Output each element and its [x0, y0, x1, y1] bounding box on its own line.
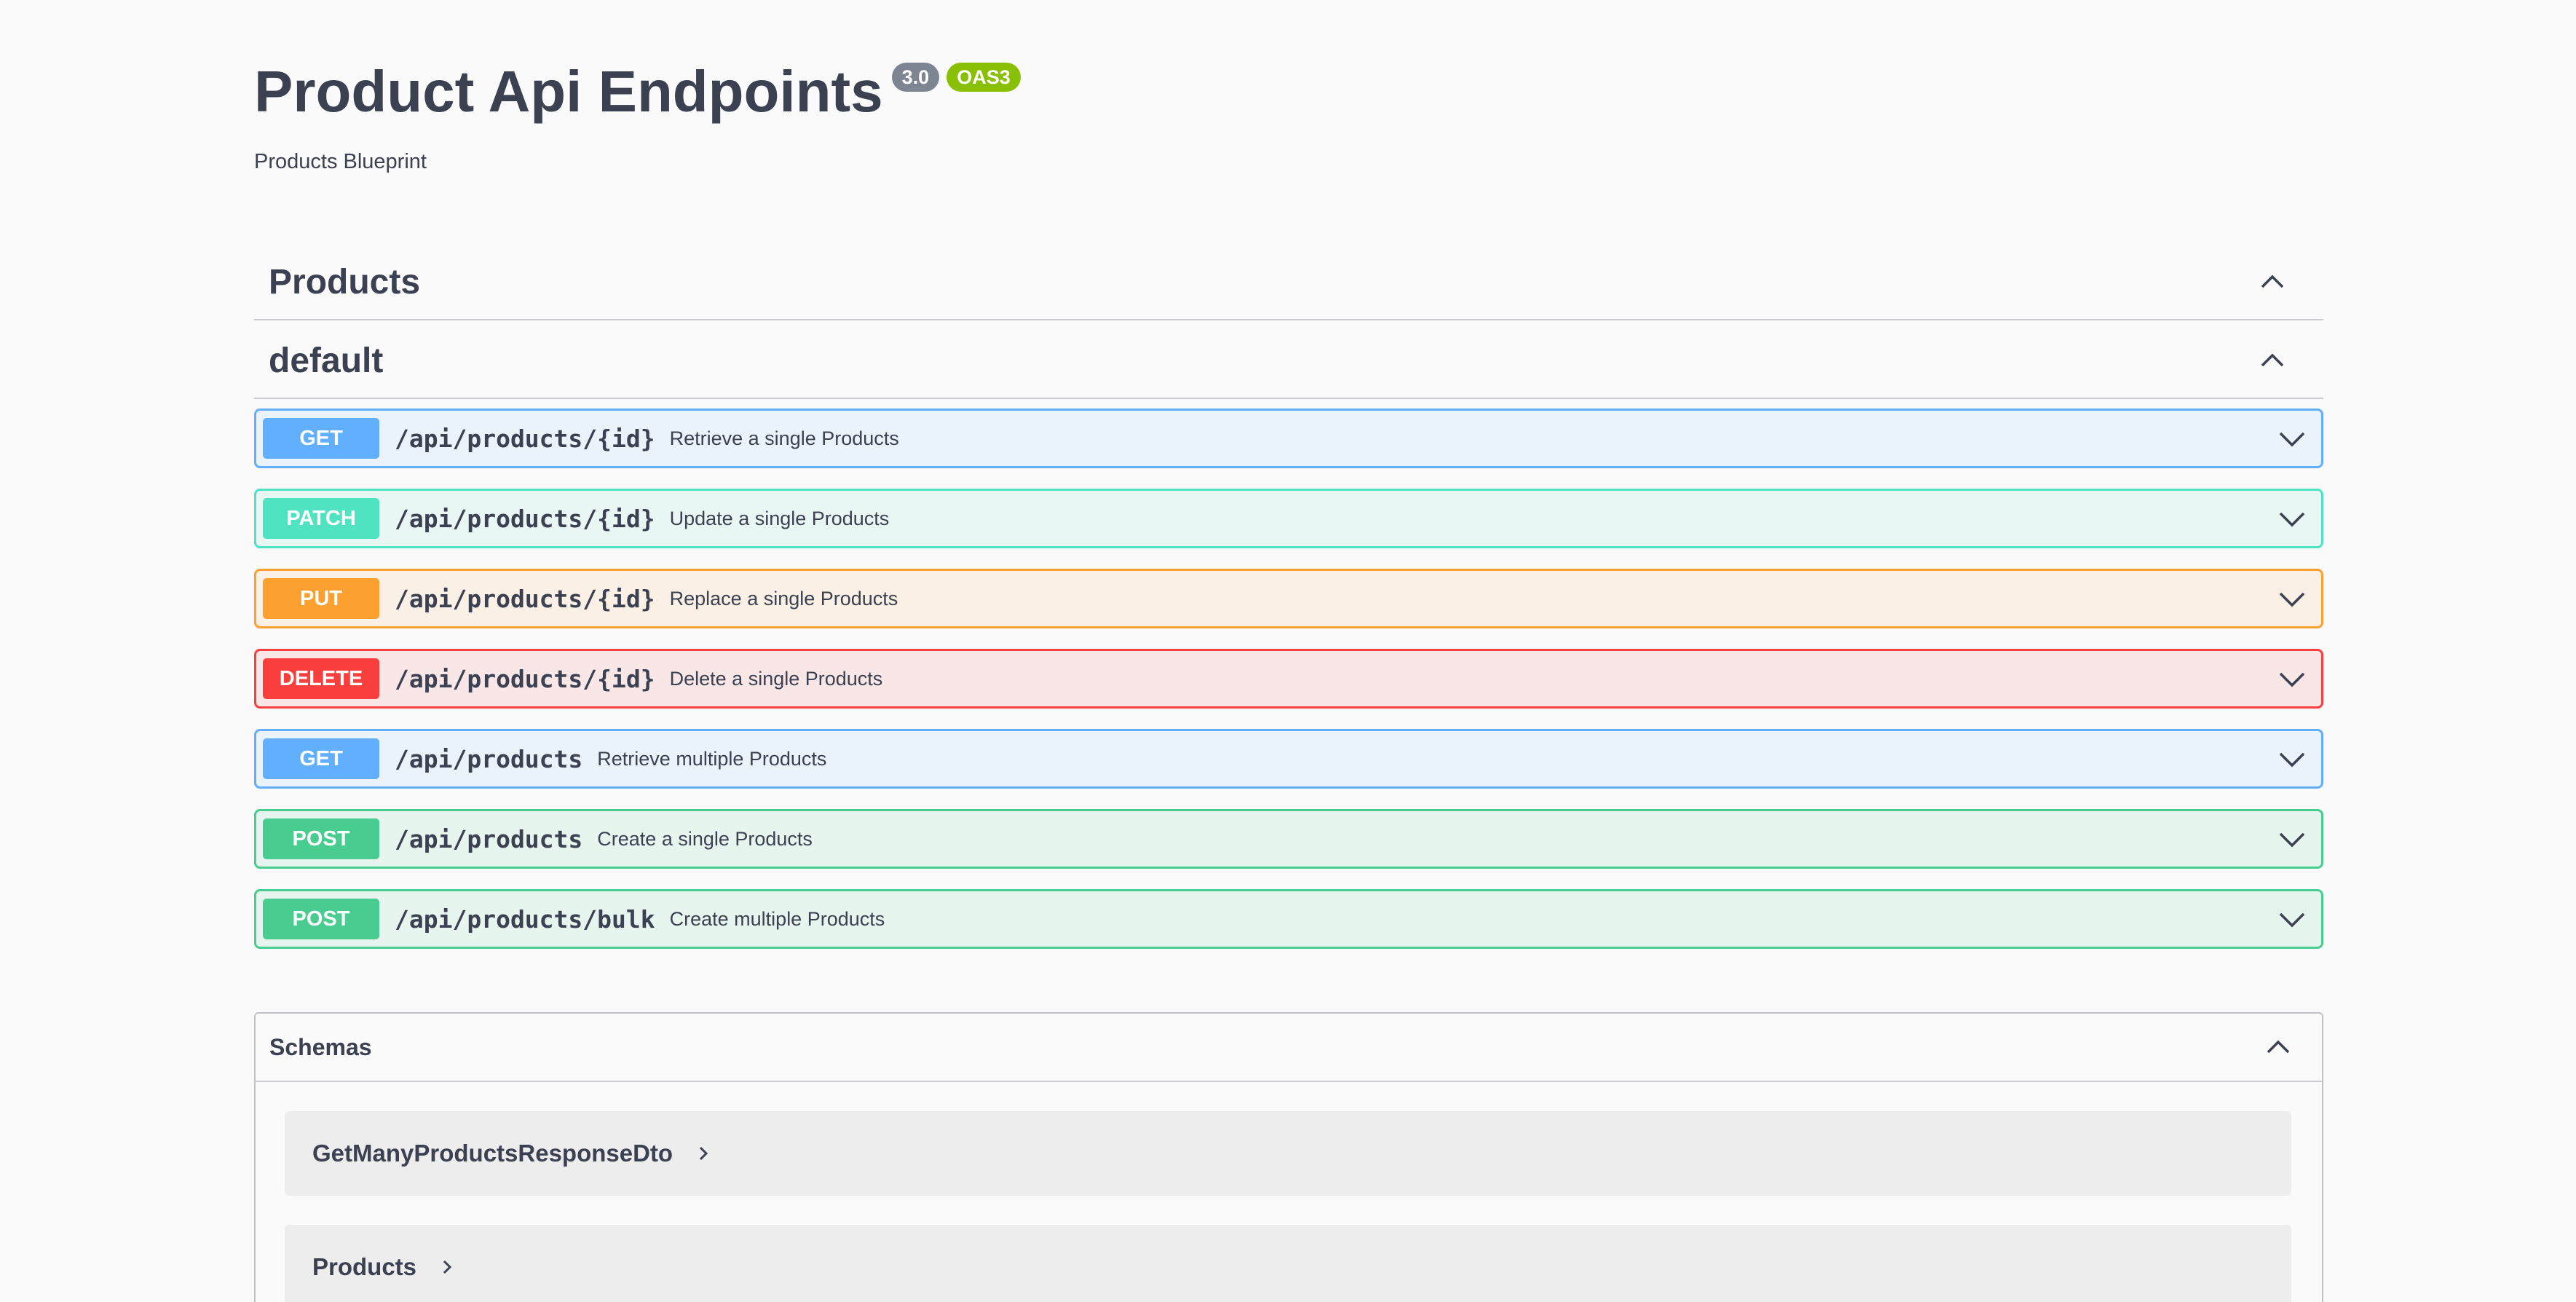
- schema-model-getmanyproductsresponsedto[interactable]: GetManyProductsResponseDto: [285, 1111, 2291, 1196]
- version-badge: 3.0: [891, 63, 940, 92]
- schemas-header[interactable]: Schemas: [256, 1014, 2322, 1082]
- chevron-up-icon[interactable]: [2258, 267, 2287, 296]
- operation-summary: Create a single Products: [597, 827, 813, 850]
- oas-badge: OAS3: [947, 63, 1021, 92]
- method-badge: POST: [263, 899, 379, 939]
- tag-section-products[interactable]: Products: [254, 245, 2323, 320]
- tag-section-default[interactable]: default: [254, 323, 2323, 399]
- chevron-down-icon[interactable]: [2277, 664, 2307, 693]
- operation-post-product[interactable]: POST /api/products Create a single Produ…: [254, 809, 2323, 869]
- tag-title: default: [269, 341, 384, 380]
- method-badge: PUT: [263, 578, 379, 619]
- chevron-down-icon[interactable]: [2277, 904, 2307, 934]
- chevron-down-icon[interactable]: [2277, 424, 2307, 453]
- chevron-up-icon[interactable]: [2264, 1033, 2293, 1062]
- chevron-down-icon[interactable]: [2277, 824, 2307, 853]
- model-name: Products: [312, 1253, 417, 1280]
- schemas-section: Schemas GetManyProductsResponseDto Produ…: [254, 1012, 2323, 1302]
- operation-path: /api/products: [395, 824, 583, 853]
- schema-model-products[interactable]: Products: [285, 1225, 2291, 1302]
- operation-post-products-bulk[interactable]: POST /api/products/bulk Create multiple …: [254, 889, 2323, 949]
- api-title: Product Api Endpoints: [254, 59, 883, 124]
- swagger-ui-page: Product Api Endpoints 3.0 OAS3 Products …: [0, 0, 2576, 1302]
- operation-summary: Retrieve a single Products: [669, 427, 899, 449]
- operation-path: /api/products: [395, 744, 583, 773]
- operation-summary: Delete a single Products: [669, 667, 883, 690]
- chevron-down-icon[interactable]: [2277, 744, 2307, 773]
- operation-get-product-by-id[interactable]: GET /api/products/{id} Retrieve a single…: [254, 409, 2323, 468]
- info-header: Product Api Endpoints 3.0 OAS3: [254, 58, 1021, 125]
- api-description: Products Blueprint: [254, 150, 427, 173]
- chevron-down-icon[interactable]: [2277, 584, 2307, 613]
- operation-path: /api/products/{id}: [395, 664, 655, 693]
- schemas-title: Schemas: [269, 1033, 372, 1060]
- model-name: GetManyProductsResponseDto: [312, 1140, 673, 1167]
- operation-path: /api/products/{id}: [395, 424, 655, 453]
- operation-path: /api/products/{id}: [395, 584, 655, 613]
- method-badge: PATCH: [263, 498, 379, 539]
- method-badge: DELETE: [263, 658, 379, 699]
- operation-path: /api/products/{id}: [395, 504, 655, 533]
- method-badge: GET: [263, 738, 379, 779]
- chevron-right-icon[interactable]: [695, 1145, 712, 1162]
- operation-path: /api/products/bulk: [395, 904, 655, 934]
- operation-summary: Replace a single Products: [669, 587, 898, 609]
- operation-summary: Create multiple Products: [669, 907, 885, 930]
- chevron-up-icon[interactable]: [2258, 346, 2287, 375]
- operation-put-product-by-id[interactable]: PUT /api/products/{id} Replace a single …: [254, 569, 2323, 628]
- chevron-right-icon[interactable]: [438, 1258, 456, 1276]
- chevron-down-icon[interactable]: [2277, 504, 2307, 533]
- operation-patch-product-by-id[interactable]: PATCH /api/products/{id} Update a single…: [254, 489, 2323, 548]
- operation-get-products[interactable]: GET /api/products Retrieve multiple Prod…: [254, 729, 2323, 789]
- operation-summary: Retrieve multiple Products: [597, 747, 827, 770]
- operation-delete-product-by-id[interactable]: DELETE /api/products/{id} Delete a singl…: [254, 649, 2323, 709]
- method-badge: POST: [263, 818, 379, 859]
- operation-summary: Update a single Products: [669, 507, 890, 529]
- tag-title: Products: [269, 262, 421, 301]
- method-badge: GET: [263, 418, 379, 459]
